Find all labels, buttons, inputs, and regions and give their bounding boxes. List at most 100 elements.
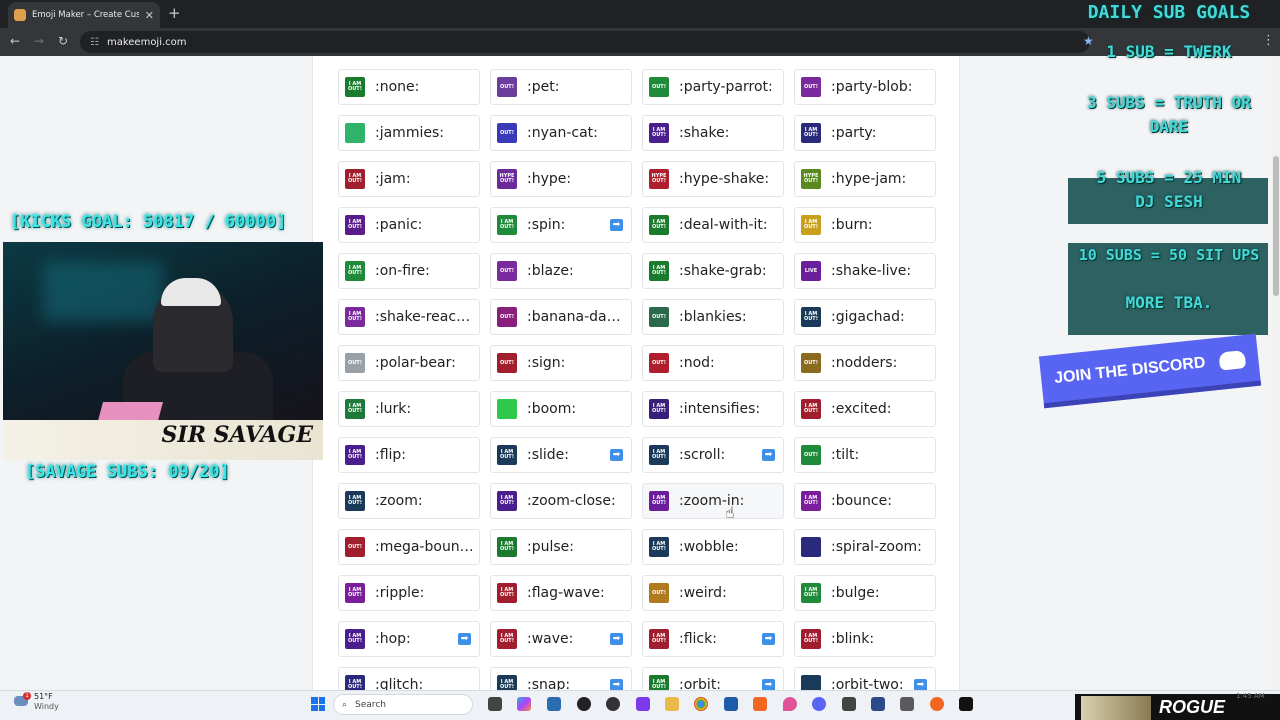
emoji-card[interactable]: OUT!:party-blob: xyxy=(794,69,936,105)
emoji-card[interactable]: I AM OUT!:ripple: xyxy=(338,575,480,611)
address-bar[interactable]: ☷ makeemoji.com xyxy=(80,31,1090,53)
emoji-card[interactable]: I AM OUT!:jam: xyxy=(338,161,480,197)
emoji-thumbnail-icon: OUT! xyxy=(497,123,517,143)
emoji-card[interactable]: OUT!:nyan-cat: xyxy=(490,115,632,151)
emoji-card[interactable]: :jammies: xyxy=(338,115,480,151)
emoji-card[interactable]: I AM OUT!:zoom-close: xyxy=(490,483,632,519)
emoji-card[interactable]: I AM OUT!:pulse: xyxy=(490,529,632,565)
emoji-card[interactable]: I AM OUT!:blink: xyxy=(794,621,936,657)
new-tab-icon[interactable]: + xyxy=(168,4,181,22)
emoji-card[interactable]: I AM OUT!:bounce: xyxy=(794,483,936,519)
emoji-card[interactable]: OUT!:mega-boun… xyxy=(338,529,480,565)
emoji-card[interactable]: OUT!:blaze: xyxy=(490,253,632,289)
emoji-card[interactable]: I AM OUT!:spin: ➡ xyxy=(490,207,632,243)
direction-arrow-icon[interactable]: ➡ xyxy=(914,679,927,690)
emoji-card[interactable]: I AM OUT!:wave: ➡ xyxy=(490,621,632,657)
windows-start-icon[interactable] xyxy=(311,697,325,711)
forward-icon[interactable]: → xyxy=(34,34,44,48)
emoji-card[interactable]: I AM OUT!:shake: xyxy=(642,115,784,151)
emoji-card[interactable]: OUT!:nod: xyxy=(642,345,784,381)
app-icon-7[interactable] xyxy=(959,697,973,711)
desktop-app-icon[interactable] xyxy=(547,697,561,711)
emoji-card[interactable]: I AM OUT!:deal-with-it: xyxy=(642,207,784,243)
emoji-card[interactable]: :orbit-two: ➡ xyxy=(794,667,936,690)
emoji-card[interactable]: I AM OUT!:wobble: xyxy=(642,529,784,565)
back-icon[interactable]: ← xyxy=(10,34,20,48)
emoji-card[interactable]: I AM OUT!:bulge: xyxy=(794,575,936,611)
emoji-card[interactable]: I AM OUT!:orbit: ➡ xyxy=(642,667,784,690)
emoji-card[interactable]: I AM OUT!:hop: ➡ xyxy=(338,621,480,657)
soundcloud-icon[interactable] xyxy=(753,697,767,711)
direction-arrow-icon[interactable]: ➡ xyxy=(610,449,623,461)
emoji-card[interactable]: I AM OUT!:lurk: xyxy=(338,391,480,427)
close-tab-icon[interactable]: ✕ xyxy=(145,9,154,22)
emoji-card[interactable]: I AM OUT!:excited: xyxy=(794,391,936,427)
emoji-card[interactable]: I AM OUT!:shake-grab: xyxy=(642,253,784,289)
app-icon-2[interactable] xyxy=(606,697,620,711)
emoji-card[interactable]: I AM OUT!:flip: xyxy=(338,437,480,473)
emoji-card[interactable]: OUT!:blankies: xyxy=(642,299,784,335)
file-explorer-icon[interactable] xyxy=(665,697,679,711)
emoji-name: :hop: xyxy=(375,631,411,647)
emoji-card[interactable]: I AM OUT!:shake-react… xyxy=(338,299,480,335)
direction-arrow-icon[interactable]: ➡ xyxy=(610,633,623,645)
direction-arrow-icon[interactable]: ➡ xyxy=(762,633,775,645)
site-info-icon[interactable]: ☷ xyxy=(90,37,99,48)
app-icon[interactable] xyxy=(577,697,591,711)
emoji-card[interactable]: OUT!:weird: xyxy=(642,575,784,611)
app-icon-3[interactable] xyxy=(842,697,856,711)
emoji-card[interactable]: I AM OUT!:intensifies: xyxy=(642,391,784,427)
discord-app-icon[interactable] xyxy=(812,697,826,711)
emoji-card[interactable]: I AM OUT!:snap: ➡ xyxy=(490,667,632,690)
emoji-card[interactable]: HYPE OUT!:hype-jam: xyxy=(794,161,936,197)
taskbar-search[interactable]: ⌕ Search xyxy=(333,694,473,715)
app-icon-5[interactable] xyxy=(900,697,914,711)
emoji-card[interactable]: I AM OUT!:glitch: xyxy=(338,667,480,690)
photos-icon[interactable] xyxy=(724,697,738,711)
maps-pin-icon[interactable] xyxy=(783,697,797,711)
emoji-card[interactable]: I AM OUT!:scroll: ➡ xyxy=(642,437,784,473)
direction-arrow-icon[interactable]: ➡ xyxy=(458,633,471,645)
emoji-card[interactable]: LIVE:shake-live: xyxy=(794,253,936,289)
emoji-thumbnail-icon: I AM OUT! xyxy=(649,629,669,649)
app-icon-6[interactable] xyxy=(930,697,944,711)
reload-icon[interactable]: ↻ xyxy=(58,34,68,48)
emoji-card[interactable]: I AM OUT!:slide: ➡ xyxy=(490,437,632,473)
emoji-card[interactable]: I AM OUT!:flag-wave: xyxy=(490,575,632,611)
copilot-icon[interactable] xyxy=(517,697,531,711)
emoji-card[interactable]: I AM OUT!:zoom-in: xyxy=(642,483,784,519)
emoji-card[interactable]: I AM OUT!:gigachad: xyxy=(794,299,936,335)
emoji-card[interactable]: :spiral-zoom: xyxy=(794,529,936,565)
emoji-card[interactable]: OUT!:tilt: xyxy=(794,437,936,473)
app-icon-4[interactable] xyxy=(871,697,885,711)
emoji-name: :tilt: xyxy=(831,447,860,463)
emoji-card[interactable]: HYPE OUT!:hype: xyxy=(490,161,632,197)
emoji-card[interactable]: OUT!:nodders: xyxy=(794,345,936,381)
chrome-icon[interactable] xyxy=(694,697,708,711)
direction-arrow-icon[interactable]: ➡ xyxy=(762,679,775,690)
emoji-thumbnail-icon: I AM OUT! xyxy=(801,491,821,511)
emoji-card[interactable]: OUT!:sign: xyxy=(490,345,632,381)
direction-arrow-icon[interactable]: ➡ xyxy=(610,679,623,690)
browser-tab[interactable]: Emoji Maker – Create Custom E ✕ xyxy=(8,2,160,28)
emoji-card[interactable]: HYPE OUT!:hype-shake: xyxy=(642,161,784,197)
grid-app-icon[interactable] xyxy=(636,697,650,711)
emoji-card[interactable]: I AM OUT!:panic: xyxy=(338,207,480,243)
emoji-card[interactable]: OUT!:polar-bear: xyxy=(338,345,480,381)
scrollbar[interactable] xyxy=(1272,56,1280,690)
emoji-card[interactable]: :boom: xyxy=(490,391,632,427)
emoji-card[interactable]: OUT!:pet: xyxy=(490,69,632,105)
direction-arrow-icon[interactable]: ➡ xyxy=(762,449,775,461)
emoji-card[interactable]: OUT!:party-parrot: xyxy=(642,69,784,105)
emoji-card[interactable]: OUT!:banana-da… xyxy=(490,299,632,335)
emoji-name: :spiral-zoom: xyxy=(831,539,922,555)
emoji-card[interactable]: I AM OUT!:none: xyxy=(338,69,480,105)
emoji-card[interactable]: I AM OUT!:burn: xyxy=(794,207,936,243)
emoji-card[interactable]: I AM OUT!:party: xyxy=(794,115,936,151)
emoji-card[interactable]: I AM OUT!:on-fire: xyxy=(338,253,480,289)
direction-arrow-icon[interactable]: ➡ xyxy=(610,219,623,231)
emoji-card[interactable]: I AM OUT!:zoom: xyxy=(338,483,480,519)
emoji-name: :party: xyxy=(831,125,877,141)
emoji-card[interactable]: I AM OUT!:flick: ➡ xyxy=(642,621,784,657)
task-view-icon[interactable] xyxy=(488,697,502,711)
